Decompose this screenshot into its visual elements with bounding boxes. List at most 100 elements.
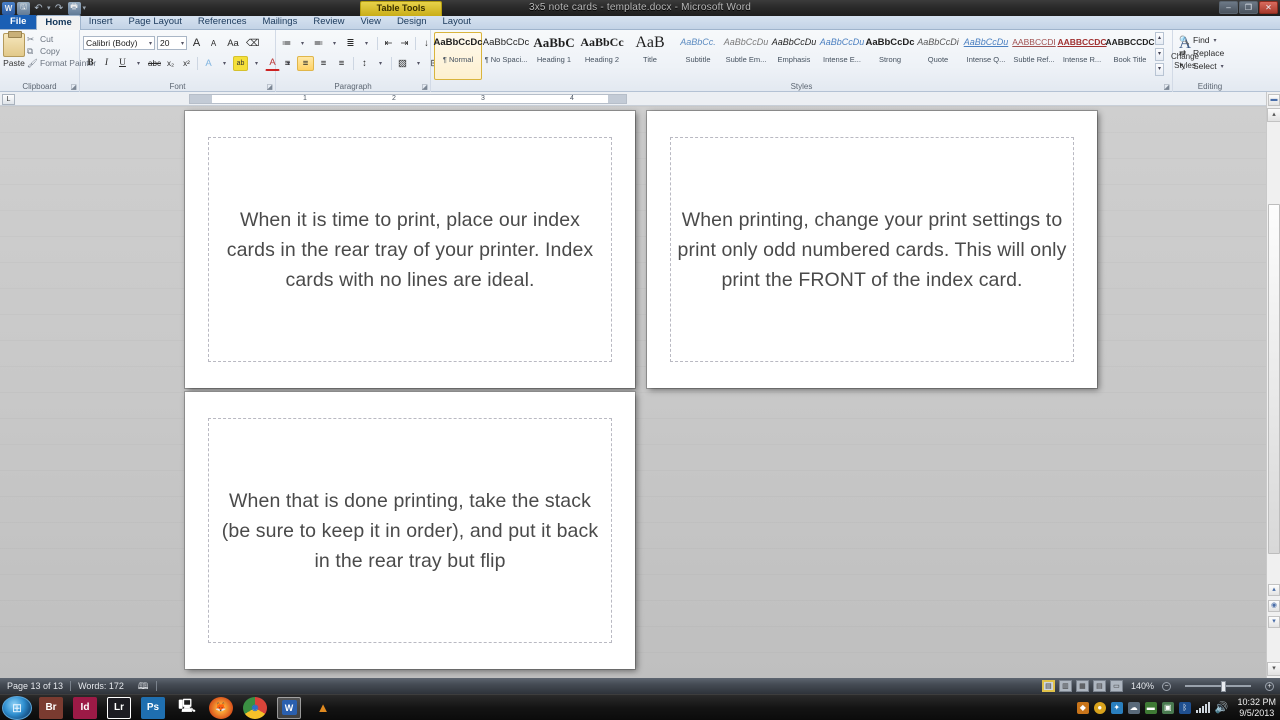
zoom-in-button[interactable]: + [1265,681,1274,691]
styles-scroll-down-icon[interactable]: ▾ [1155,47,1164,61]
shrink-font-button[interactable]: A [206,36,221,51]
tab-review[interactable]: Review [305,15,352,29]
tab-layout[interactable]: Layout [435,15,480,29]
split-bar-icon[interactable]: ▬ [1268,94,1280,106]
adobe-bridge-icon[interactable]: Br [39,696,63,719]
select-dropdown-icon[interactable]: ▾ [1221,63,1224,70]
undo-dropdown-icon[interactable]: ▾ [47,4,51,12]
scroll-up-button[interactable]: ▴ [1267,108,1280,122]
align-left-button[interactable]: ≡ [279,56,296,71]
tab-insert[interactable]: Insert [81,15,121,29]
style-subtitle[interactable]: AaBbCc. Subtitle [674,32,722,80]
line-spacing-dropdown-icon[interactable]: ▾ [373,56,388,71]
computer-icon[interactable]: 🖳 [175,697,199,719]
print-layout-view-button[interactable]: ▤ [1041,680,1055,692]
ruler-track[interactable] [189,94,627,104]
replace-button[interactable]: ⇄ Replace [1179,48,1224,58]
table-cell-card-1[interactable]: When it is time to print, place our inde… [208,137,612,362]
text-effects-button[interactable]: A [201,56,216,71]
proofing-errors-icon[interactable]: 🕮 [131,678,156,694]
font-size-input[interactable]: 20 ▾ [157,36,187,50]
scroll-thumb[interactable] [1268,204,1280,554]
underline-button[interactable]: U [115,56,130,71]
scroll-down-button[interactable]: ▾ [1267,662,1280,676]
shading-button[interactable]: ▧ [395,56,410,71]
paste-button[interactable]: Paste [3,31,25,68]
network-signal-icon[interactable] [1195,702,1210,713]
shading-dropdown-icon[interactable]: ▾ [411,56,426,71]
adobe-photoshop-icon[interactable]: Ps [141,696,165,719]
multilevel-dropdown-icon[interactable]: ▾ [359,36,374,51]
tray-orange-icon[interactable]: ◆ [1076,701,1089,714]
text-effects-dropdown-icon[interactable]: ▾ [217,56,232,71]
next-page-button[interactable]: ▾ [1268,616,1280,628]
style-subtle-reference[interactable]: AABBCCDI Subtle Ref... [1010,32,1058,80]
zoom-level-label[interactable]: 140% [1127,678,1158,694]
tab-mailings[interactable]: Mailings [255,15,306,29]
styles-more-icon[interactable]: ▾ [1155,63,1164,76]
find-dropdown-icon[interactable]: ▾ [1214,37,1217,44]
tray-cloud-icon[interactable]: ☁ [1127,701,1140,714]
table-cell-card-2[interactable]: When printing, change your print setting… [670,137,1074,362]
style-intense-reference[interactable]: AABBCCDC Intense R... [1057,32,1106,80]
style-book-title[interactable]: AABBCCDC Book Title [1105,32,1154,80]
chevron-down-icon[interactable]: ▾ [147,40,152,47]
increase-indent-button[interactable]: ⇥ [397,36,412,51]
highlight-button[interactable]: ab [233,55,248,71]
underline-dropdown-icon[interactable]: ▾ [131,56,146,71]
chevron-down-icon[interactable]: ▾ [179,40,184,47]
style-heading-2[interactable]: AaBbCc Heading 2 [578,32,626,80]
tab-file[interactable]: File [0,15,37,29]
zoom-out-button[interactable]: − [1162,681,1171,691]
redo-icon[interactable]: ↷ [53,2,66,15]
decrease-indent-button[interactable]: ⇤ [381,36,396,51]
close-button[interactable]: ✕ [1259,1,1278,14]
restore-button[interactable]: ❐ [1239,1,1258,14]
styles-scroll-up-icon[interactable]: ▴ [1155,32,1164,45]
document-canvas[interactable]: When it is time to print, place our inde… [0,106,1280,678]
superscript-button[interactable]: x² [179,56,194,71]
bold-button[interactable]: B [83,56,98,71]
clear-formatting-icon[interactable]: ⌫ [245,36,260,51]
numbering-dropdown-icon[interactable]: ▾ [327,36,342,51]
bullets-dropdown-icon[interactable]: ▾ [295,36,310,51]
tab-stop-selector[interactable]: L [2,94,15,105]
multilevel-list-button[interactable]: ≣ [343,36,358,51]
word-count[interactable]: Words: 172 [71,678,131,694]
page-card-3[interactable]: When that is done printing, take the sta… [185,392,635,669]
tray-yellow-icon[interactable]: ● [1093,701,1106,714]
firefox-icon[interactable]: 🦊 [209,696,233,719]
tray-green-icon[interactable]: ▬ [1144,701,1157,714]
full-screen-reading-view-button[interactable]: ▥ [1058,680,1072,692]
styles-dialog-launcher-icon[interactable]: ◪ [1163,83,1170,91]
style-title[interactable]: AaB Title [626,32,674,80]
word-icon[interactable]: W [2,1,15,15]
vertical-scrollbar[interactable]: ▬ ▴ ▴ ◉ ▾ ▾ [1266,92,1280,678]
style-intense-emphasis[interactable]: AaBbCcDu Intense E... [818,32,866,80]
numbering-button[interactable]: ≕ [311,36,326,51]
clipboard-dialog-launcher-icon[interactable]: ◪ [70,83,77,91]
change-case-button[interactable]: Aa [223,36,243,51]
outline-view-button[interactable]: ▤ [1092,680,1106,692]
select-browse-object-button[interactable]: ◉ [1268,600,1280,612]
print-preview-icon[interactable]: 🖶 [67,1,81,15]
style-heading-1[interactable]: AaBbC Heading 1 [530,32,578,80]
previous-page-button[interactable]: ▴ [1268,584,1280,596]
select-button[interactable]: ↖ Select ▾ [1179,61,1224,71]
paragraph-dialog-launcher-icon[interactable]: ◪ [421,83,428,91]
highlight-dropdown-icon[interactable]: ▾ [249,56,264,71]
minimize-button[interactable]: – [1219,1,1238,14]
save-icon[interactable]: 🖫 [17,1,30,15]
tray-bluetooth-icon[interactable]: ᛒ [1178,701,1191,714]
style-no-spacing[interactable]: AaBbCcDc ¶ No Spaci... [482,32,530,80]
vlc-icon[interactable]: ▲ [311,697,335,719]
draft-view-button[interactable]: ▭ [1109,680,1123,692]
grow-font-button[interactable]: A [189,36,204,51]
tray-dropbox-icon[interactable]: ✦ [1110,701,1123,714]
chrome-icon[interactable]: ◉ [243,696,267,719]
table-cell-card-3[interactable]: When that is done printing, take the sta… [208,418,612,643]
style-emphasis[interactable]: AaBbCcDu Emphasis [770,32,818,80]
style-strong[interactable]: AaBbCcDc Strong [865,32,914,80]
zoom-slider[interactable] [1175,680,1261,692]
tray-box-icon[interactable]: ▣ [1161,701,1174,714]
